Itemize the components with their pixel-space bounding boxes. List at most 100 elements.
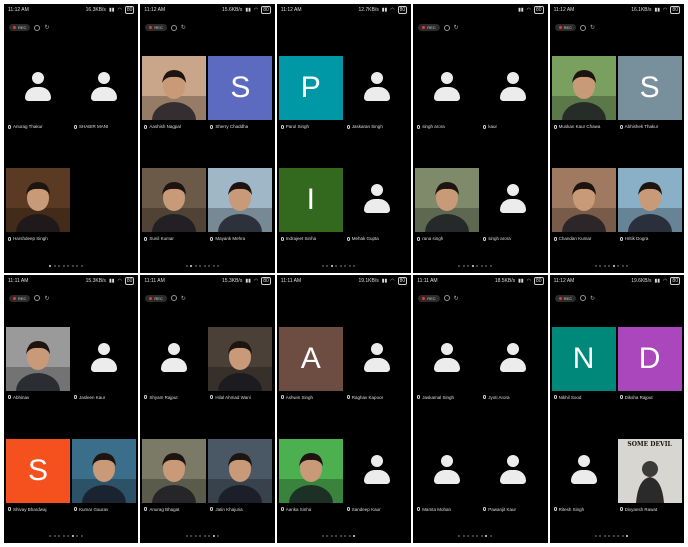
participant-tile[interactable]: SOME DEVIL: [617, 438, 682, 503]
page-dot[interactable]: [617, 535, 620, 537]
page-dot[interactable]: [471, 535, 474, 537]
page-dot[interactable]: [603, 264, 606, 267]
page-dot[interactable]: [80, 264, 83, 267]
page-dot[interactable]: [58, 264, 61, 267]
page-dot[interactable]: [53, 535, 56, 537]
participant-tile[interactable]: [142, 327, 206, 391]
page-dot[interactable]: [321, 264, 324, 267]
rec-button[interactable]: REC: [145, 294, 167, 302]
page-dot[interactable]: [344, 264, 347, 267]
page-dot[interactable]: [353, 535, 356, 537]
page-dot[interactable]: [599, 264, 602, 267]
page-dot[interactable]: [330, 535, 333, 537]
page-dot[interactable]: [190, 535, 193, 537]
switch-camera-icon[interactable]: ↻: [590, 295, 595, 302]
page-dot[interactable]: [480, 535, 483, 537]
participant-tile[interactable]: [278, 438, 343, 503]
stop-icon[interactable]: [580, 24, 587, 31]
page-dot[interactable]: [339, 535, 342, 537]
participant-tile[interactable]: N: [551, 326, 616, 391]
page-dot[interactable]: [458, 264, 461, 267]
page-dot[interactable]: [212, 535, 215, 537]
switch-camera-icon[interactable]: ↻: [454, 24, 459, 31]
participant-tile[interactable]: [551, 168, 616, 232]
page-dot[interactable]: [67, 535, 70, 537]
switch-camera-icon[interactable]: ↻: [44, 24, 49, 31]
participant-tile[interactable]: [481, 168, 545, 232]
page-dot[interactable]: [190, 264, 193, 267]
switch-camera-icon[interactable]: ↻: [181, 24, 186, 31]
page-dot[interactable]: [339, 264, 342, 267]
switch-camera-icon[interactable]: ↻: [181, 295, 186, 302]
participant-tile[interactable]: [345, 168, 409, 232]
stop-icon[interactable]: [170, 24, 177, 31]
page-dot[interactable]: [599, 535, 602, 537]
participant-tile[interactable]: [481, 56, 545, 120]
participant-tile[interactable]: [415, 56, 479, 120]
participant-tile[interactable]: I: [278, 168, 343, 232]
page-dot[interactable]: [76, 535, 79, 537]
page-dot[interactable]: [49, 264, 52, 267]
page-dot[interactable]: [608, 264, 611, 267]
participant-tile[interactable]: [345, 439, 409, 503]
page-dot[interactable]: [471, 264, 474, 267]
participant-tile[interactable]: P: [278, 56, 343, 120]
participant-tile[interactable]: S: [208, 56, 273, 120]
page-dot[interactable]: [203, 535, 206, 537]
participant-tile[interactable]: [208, 438, 273, 503]
page-dot[interactable]: [462, 535, 465, 537]
participant-tile[interactable]: [552, 439, 616, 503]
page-dot[interactable]: [476, 264, 479, 267]
page-dot[interactable]: [62, 535, 65, 537]
participant-tile[interactable]: [415, 439, 479, 503]
page-dot[interactable]: [194, 264, 197, 267]
page-dot[interactable]: [203, 264, 206, 267]
page-dot[interactable]: [217, 535, 220, 537]
page-dot[interactable]: [348, 264, 351, 267]
page-dot[interactable]: [489, 535, 492, 537]
page-dot[interactable]: [480, 264, 483, 267]
page-dot[interactable]: [626, 264, 629, 267]
page-dot[interactable]: [485, 264, 488, 267]
participant-tile[interactable]: [142, 168, 207, 232]
participant-tile[interactable]: [481, 439, 545, 503]
page-dot[interactable]: [594, 535, 597, 537]
page-dot[interactable]: [194, 535, 197, 537]
page-dot[interactable]: [208, 535, 211, 537]
page-dot[interactable]: [212, 264, 215, 267]
page-dot[interactable]: [476, 535, 479, 537]
participant-tile[interactable]: [551, 56, 616, 120]
stop-icon[interactable]: [443, 295, 450, 301]
stop-icon[interactable]: [170, 295, 177, 301]
page-dot[interactable]: [185, 535, 188, 537]
page-dot[interactable]: [208, 264, 211, 267]
page-dot[interactable]: [462, 264, 465, 267]
switch-camera-icon[interactable]: ↻: [590, 24, 595, 31]
page-dot[interactable]: [49, 535, 52, 537]
participant-tile[interactable]: [6, 56, 70, 120]
page-dot[interactable]: [458, 535, 461, 537]
page-dot[interactable]: [185, 264, 188, 267]
page-dot[interactable]: [467, 264, 470, 267]
page-dot[interactable]: [617, 264, 620, 267]
page-dot[interactable]: [321, 535, 324, 537]
rec-button[interactable]: REC: [145, 24, 167, 31]
page-dot[interactable]: [612, 535, 615, 537]
participant-tile[interactable]: [208, 168, 273, 232]
page-dot[interactable]: [71, 264, 74, 267]
stop-icon[interactable]: [34, 24, 41, 31]
participant-tile[interactable]: [142, 438, 207, 503]
participant-tile[interactable]: [208, 326, 273, 391]
page-dot[interactable]: [489, 264, 492, 267]
rec-button[interactable]: REC: [9, 294, 31, 302]
participant-tile[interactable]: [6, 326, 70, 391]
stop-icon[interactable]: [34, 295, 41, 301]
page-dot[interactable]: [62, 264, 65, 267]
page-dot[interactable]: [485, 535, 488, 537]
page-dot[interactable]: [80, 535, 83, 537]
participant-tile[interactable]: [72, 438, 136, 503]
participant-tile[interactable]: [481, 327, 545, 391]
page-dot[interactable]: [621, 264, 624, 267]
page-dot[interactable]: [326, 264, 329, 267]
rec-button[interactable]: REC: [554, 294, 577, 302]
